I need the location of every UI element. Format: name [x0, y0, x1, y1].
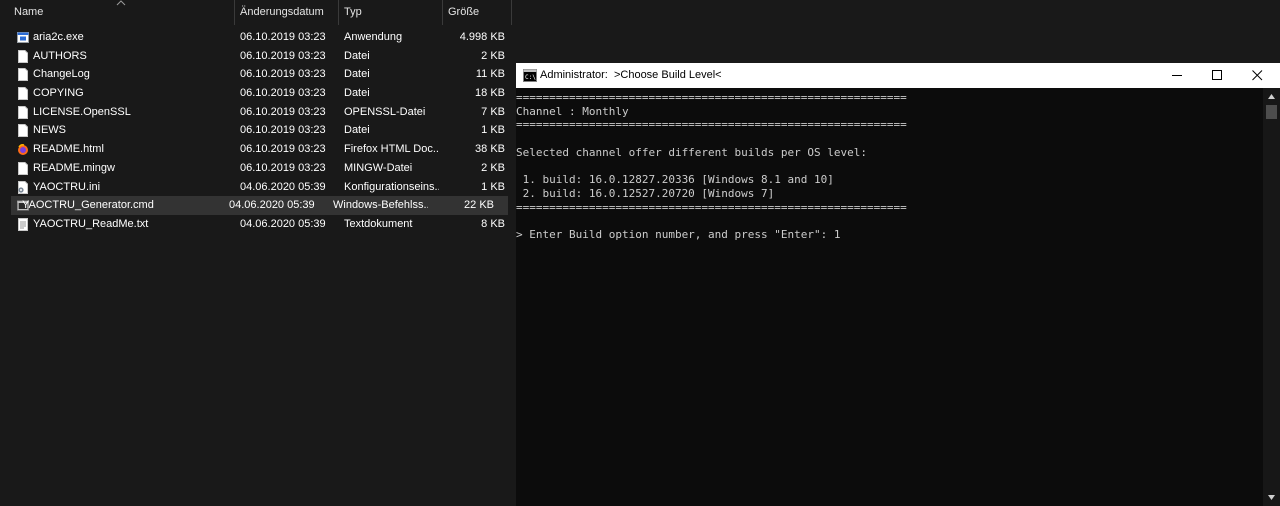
file-row[interactable]: YAOCTRU_ReadMe.txt 04.06.2020 05:39 Textdo… [0, 215, 512, 234]
file-size: 18 KB [475, 87, 505, 100]
file-icon [17, 87, 29, 101]
file-name: NEWS [33, 124, 66, 137]
file-type: Datei [344, 87, 370, 100]
close-icon [1252, 70, 1263, 81]
file-modified-date: 06.10.2019 03:23 [240, 49, 326, 62]
scrollbar-thumb[interactable] [1266, 105, 1277, 119]
scroll-up-arrow-icon[interactable] [1263, 88, 1280, 105]
file-size: 38 KB [475, 143, 505, 156]
firefox-html-icon [17, 143, 29, 156]
file-icon [17, 68, 29, 82]
file-row[interactable]: YAOCTRU.ini 04.06.2020 05:39 Konfiguration… [0, 178, 512, 197]
minimize-button[interactable] [1157, 63, 1197, 88]
scroll-down-arrow-icon[interactable] [1263, 489, 1280, 506]
file-type: Konfigurationseins... [344, 180, 439, 193]
file-modified-date: 06.10.2019 03:23 [240, 87, 326, 100]
file-size: 1 KB [481, 124, 505, 137]
file-icon [17, 161, 29, 175]
console-line: > Enter Build option number, and press "… [516, 227, 841, 241]
file-name: ChangeLog [33, 68, 90, 81]
file-list: aria2c.exe 06.10.2019 03:23 Anwendung 4.998… [0, 28, 512, 234]
file-modified-date: 06.10.2019 03:23 [240, 161, 326, 174]
file-name: aria2c.exe [33, 31, 84, 43]
file-row[interactable]: COPYING 06.10.2019 03:23 Datei 18 KB [0, 84, 512, 103]
file-size: 2 KB [481, 161, 505, 174]
file-name: README.html [33, 143, 104, 156]
file-icon [17, 124, 29, 138]
file-name: COPYING [33, 87, 84, 100]
file-modified-date: 06.10.2019 03:23 [240, 31, 326, 43]
file-row[interactable]: AUTHORS 06.10.2019 03:23 Datei 2 KB [0, 47, 512, 66]
config-file-icon [17, 180, 29, 194]
console-line: ========================================… [516, 118, 907, 132]
file-modified-date: 06.10.2019 03:23 [240, 68, 326, 81]
console-line: ========================================… [516, 200, 907, 214]
console-output[interactable]: ========================================… [516, 88, 1263, 506]
svg-text:C:\: C:\ [525, 74, 536, 81]
file-icon [17, 105, 29, 119]
file-type: Windows-Befehlss... [333, 199, 428, 212]
file-row[interactable]: ChangeLog 06.10.2019 03:23 Datei 11 KB [0, 65, 512, 84]
file-row[interactable]: LICENSE.OpenSSL 06.10.2019 03:23 OPENSSL-D… [0, 103, 512, 122]
file-size: 2 KB [481, 49, 505, 62]
close-button[interactable] [1237, 63, 1280, 88]
column-header-row: Name Änderungsdatum Typ Größe [0, 0, 512, 25]
file-name: YAOCTRU_ReadMe.txt [33, 217, 149, 230]
file-name: YAOCTRU_Generator.cmd [22, 199, 154, 212]
column-header-name[interactable]: Name [10, 0, 235, 25]
text-file-icon [17, 217, 29, 231]
file-name: README.mingw [33, 161, 115, 174]
file-row[interactable]: README.html 06.10.2019 03:23 Firefox HTML … [0, 140, 512, 159]
file-modified-date: 04.06.2020 05:39 [240, 217, 326, 230]
file-modified-date: 04.06.2020 05:39 [240, 180, 326, 193]
file-modified-date: 06.10.2019 03:23 [240, 105, 326, 118]
file-explorer: Name Änderungsdatum Typ Größe aria2c.exe… [0, 0, 512, 506]
console-line: 2. build: 16.0.12527.20720 [Windows 7] [516, 186, 775, 200]
file-row[interactable]: NEWS 06.10.2019 03:23 Datei 1 KB [0, 121, 512, 140]
cmd-window-icon: C:\ [523, 69, 537, 82]
file-size: 8 KB [481, 217, 505, 230]
window-title: Administrator: >Choose Build Level< [540, 69, 722, 81]
column-header-type[interactable]: Typ [339, 0, 443, 25]
console-line: Selected channel offer different builds … [516, 145, 867, 159]
command-prompt-window: C:\ Administrator: >Choose Build Level< … [516, 63, 1280, 506]
column-header-date[interactable]: Änderungsdatum [235, 0, 339, 25]
file-size: 7 KB [481, 105, 505, 118]
file-type: OPENSSL-Datei [344, 105, 426, 118]
file-modified-date: 06.10.2019 03:23 [240, 124, 326, 137]
file-size: 1 KB [481, 180, 505, 193]
file-type: Textdokument [344, 217, 413, 230]
file-row[interactable]: YAOCTRU_Generator.cmd 04.06.2020 05:39 Win… [11, 196, 508, 215]
file-name: AUTHORS [33, 49, 87, 62]
column-header-size[interactable]: Größe [443, 0, 512, 25]
vertical-scrollbar[interactable] [1263, 88, 1280, 506]
exe-icon [17, 31, 29, 44]
file-type: Firefox HTML Doc... [344, 143, 439, 156]
console-line: ========================================… [516, 91, 907, 104]
file-type: Datei [344, 124, 370, 137]
file-name: LICENSE.OpenSSL [33, 105, 131, 118]
file-size: 4.998 KB [459, 31, 505, 43]
file-row[interactable]: README.mingw 06.10.2019 03:23 MINGW-Datei 2… [0, 159, 512, 178]
file-size: 11 KB [475, 68, 505, 81]
file-icon [17, 49, 29, 63]
file-type: MINGW-Datei [344, 161, 413, 174]
file-size: 22 KB [464, 199, 494, 212]
file-modified-date: 04.06.2020 05:39 [229, 199, 315, 212]
maximize-icon [1212, 70, 1222, 80]
file-name: YAOCTRU.ini [33, 180, 101, 193]
file-row[interactable]: aria2c.exe 06.10.2019 03:23 Anwendung 4.998… [0, 28, 512, 47]
minimize-icon [1172, 75, 1182, 76]
console-line: Channel : Monthly [516, 104, 629, 118]
file-type: Anwendung [344, 31, 403, 43]
file-modified-date: 06.10.2019 03:23 [240, 143, 326, 156]
file-type: Datei [344, 68, 370, 81]
maximize-button[interactable] [1197, 63, 1237, 88]
window-titlebar[interactable]: C:\ Administrator: >Choose Build Level< [516, 63, 1280, 88]
file-type: Datei [344, 49, 370, 62]
console-line: 1. build: 16.0.12827.20336 [Windows 8.1 … [516, 173, 834, 187]
